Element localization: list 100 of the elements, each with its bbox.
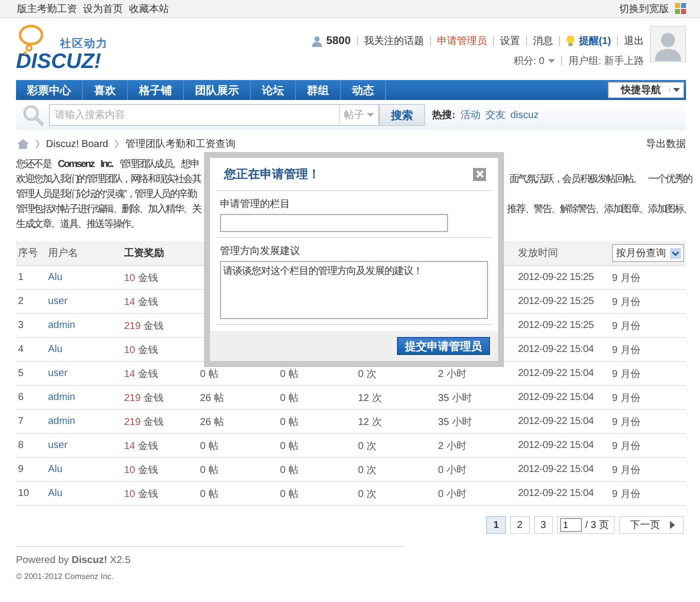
table-cell-text: 10 金钱: [123, 464, 159, 476]
intro-text: 您还不是 Comsenz Inc. 管理团队成员。想申: [16, 158, 199, 170]
username-link[interactable]: Alu: [48, 272, 62, 283]
top-link[interactable]: 收藏本站: [129, 2, 169, 16]
search-scope-dropdown[interactable]: 帖子: [339, 105, 378, 125]
page-link[interactable]: 1: [486, 516, 506, 534]
suggestion-field[interactable]: 请谈谈您对这个栏目的管理方向及发展的建议！: [220, 261, 488, 319]
copyright-text: © 2001-2012 Comsenz Inc.: [16, 572, 115, 581]
account-link[interactable]: 设置: [500, 34, 520, 48]
search-field[interactable]: 请输入搜索内容 帖子: [49, 104, 379, 126]
table-cell-text: 2: [17, 296, 25, 307]
intro-text: 管理包括对帖子进行编辑、删除、加入精华、关: [16, 202, 201, 216]
page-link[interactable]: 3: [534, 516, 554, 534]
username-link[interactable]: user: [48, 440, 68, 451]
search-button[interactable]: 搜索: [379, 104, 425, 126]
column-header: 用户名: [47, 246, 79, 260]
submit-button[interactable]: 提交申请管理员: [397, 337, 490, 355]
account-link[interactable]: 提醒(1): [578, 34, 611, 48]
page-link[interactable]: 2: [510, 516, 530, 534]
table-cell-text: 1: [17, 272, 25, 283]
table-cell-text: 2012-09-22 15:04: [517, 344, 595, 355]
username-link[interactable]: Alu: [48, 488, 62, 499]
wide-switch-link[interactable]: 切换到宽版: [619, 2, 669, 16]
intro-text: 欢迎您加入我们的管理团队，网络和现实社会其: [16, 172, 201, 186]
username-link[interactable]: user: [48, 296, 68, 307]
export-link[interactable]: 导出数据: [646, 137, 686, 151]
quick-nav-button[interactable]: 快捷导航: [608, 82, 684, 98]
table-cell-text: 219 金钱: [123, 416, 164, 428]
table-cell: 0 帖: [280, 416, 298, 428]
username-link[interactable]: Alu: [48, 464, 62, 475]
table-cell: 0 帖: [280, 488, 298, 500]
caret-icon: [367, 113, 374, 117]
home-icon[interactable]: [17, 139, 29, 149]
table-cell-text: 219 金钱: [123, 392, 164, 404]
table-cell: 0 帖: [280, 440, 298, 452]
username-link[interactable]: admin: [48, 416, 76, 427]
table-cell-text: 10: [17, 488, 30, 499]
table-cell: 2 小时: [438, 368, 466, 380]
page-input[interactable]: 1: [560, 518, 582, 532]
table-cell-text: 9 月份: [611, 272, 642, 284]
close-button[interactable]: [473, 168, 486, 180]
table-cell-text: 4: [17, 344, 25, 355]
account-link[interactable]: 消息: [532, 34, 553, 48]
username-link[interactable]: user: [48, 368, 68, 379]
table-cell-text: 5: [17, 368, 25, 379]
column-header: 工资奖励: [123, 246, 165, 260]
table-cell-text: 9 月份: [611, 440, 642, 452]
logo-wordmark: DISCUZ!: [16, 51, 102, 73]
table-cell-text: 2012-09-22 15:04: [517, 368, 595, 379]
table-cell-text: 14 金钱: [123, 368, 159, 380]
account-link[interactable]: 我关注的话题: [364, 34, 424, 48]
table-cell-text: 3: [17, 320, 25, 331]
hot-search-link[interactable]: 交友: [485, 108, 506, 122]
hot-search-label: 热搜:: [432, 108, 456, 122]
table-cell-text: 2012-09-22 15:25: [517, 296, 595, 307]
table-cell-text: 2012-09-22 15:25: [517, 272, 595, 283]
username-link[interactable]: admin: [48, 320, 76, 331]
table-cell-text: 9 月份: [611, 416, 642, 428]
table-cell-text: 2012-09-22 15:04: [517, 440, 595, 451]
page-total: / 3 页: [585, 519, 609, 532]
top-link[interactable]: 版主考勤工资: [17, 2, 77, 16]
table-cell-text: 9 月份: [611, 488, 642, 500]
account-link[interactable]: 申请管理员: [436, 34, 487, 48]
top-link[interactable]: 设为首页: [83, 2, 123, 16]
intro-text: 推荐、警告、解除警告、添加图章、添加图标、: [507, 202, 692, 216]
table-cell-text: 7: [17, 416, 25, 427]
lightbulb-icon: [566, 35, 575, 47]
table-cell: 12 次: [358, 392, 382, 404]
next-page-button[interactable]: 下一页: [619, 516, 684, 534]
table-cell: 0 小时: [438, 464, 466, 476]
user-icon: [312, 36, 322, 46]
month-filter-select[interactable]: 按月份查询: [612, 244, 684, 262]
input-field[interactable]: [220, 214, 448, 232]
hot-search-link[interactable]: discuz: [510, 110, 539, 120]
arrow-right-icon: [670, 521, 675, 529]
points-count: 5800: [326, 35, 351, 47]
table-cell-text: 10 金钱: [123, 272, 159, 284]
breadcrumb-link[interactable]: 管理团队考勤和工资查询: [125, 137, 236, 151]
avatar[interactable]: [650, 26, 686, 62]
table-cell: 0 帖: [200, 368, 218, 380]
table-cell: 0 次: [358, 368, 376, 380]
chevron-icon: [35, 140, 40, 148]
account-link[interactable]: 退出: [624, 34, 644, 48]
table-cell-text: 2012-09-22 15:04: [517, 464, 595, 475]
table-cell: 12 次: [358, 416, 382, 428]
table-cell-text: 6: [17, 392, 25, 403]
credits-link[interactable]: 积分: 0: [513, 54, 544, 68]
username-link[interactable]: admin: [48, 392, 76, 403]
table-cell: 2 小时: [438, 440, 466, 452]
caret-icon: [669, 88, 680, 92]
username-link[interactable]: Alu: [48, 344, 62, 355]
user-group: 用户组: 新手上路: [568, 54, 644, 68]
field-label: 申请管理的栏目: [220, 198, 291, 211]
intro-text: 面气氛活跃，会员积极发帖回帖。 一个优秀的: [509, 172, 692, 186]
table-cell: 0 帖: [280, 368, 298, 380]
table-cell-text: 9 月份: [611, 392, 642, 404]
table-cell: 0 帖: [200, 440, 218, 452]
table-cell-text: 2012-09-22 15:04: [517, 416, 595, 427]
hot-search-link[interactable]: 活动: [460, 108, 480, 122]
breadcrumb-link[interactable]: Discuz! Board: [46, 138, 108, 150]
